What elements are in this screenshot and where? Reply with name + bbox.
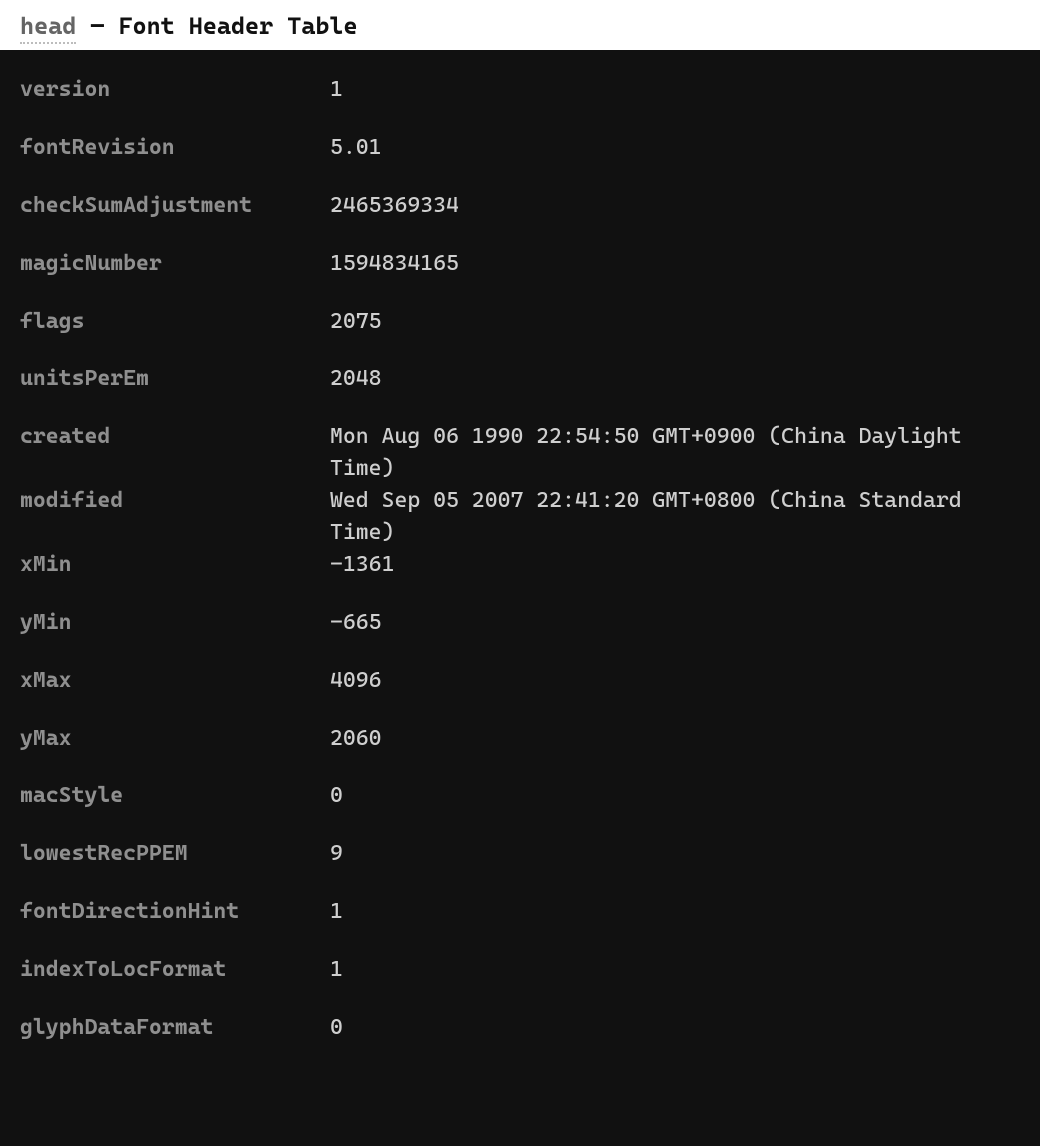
property-value: 0 xyxy=(330,780,1010,812)
property-key: checkSumAdjustment xyxy=(20,190,330,222)
property-key: flags xyxy=(20,306,330,338)
property-key: glyphDataFormat xyxy=(20,1012,330,1044)
property-value: 4096 xyxy=(330,665,1010,697)
property-value: 5.01 xyxy=(330,132,1010,164)
property-key: xMin xyxy=(20,549,330,581)
property-key: indexToLocFormat xyxy=(20,954,330,986)
property-value: 2060 xyxy=(330,723,1010,755)
property-value: 1 xyxy=(330,74,1010,106)
property-row: indexToLocFormat1 xyxy=(20,954,1020,986)
property-key: fontDirectionHint xyxy=(20,896,330,928)
property-row: yMax2060 xyxy=(20,723,1020,755)
property-value: Wed Sep 05 2007 22:41:20 GMT+0800 (China… xyxy=(330,485,1010,549)
property-row: xMin-1361 xyxy=(20,549,1020,581)
property-row: xMax4096 xyxy=(20,665,1020,697)
property-row: magicNumber1594834165 xyxy=(20,248,1020,280)
section-header: head — Font Header Table xyxy=(0,0,1040,50)
property-row: yMin-665 xyxy=(20,607,1020,639)
property-key: xMax xyxy=(20,665,330,697)
property-row: createdMon Aug 06 1990 22:54:50 GMT+0900… xyxy=(20,421,1020,485)
property-row: flags2075 xyxy=(20,306,1020,338)
property-value: 1594834165 xyxy=(330,248,1010,280)
property-list: version1fontRevision5.01checkSumAdjustme… xyxy=(0,50,1040,1146)
property-row: modifiedWed Sep 05 2007 22:41:20 GMT+080… xyxy=(20,485,1020,549)
property-key: yMin xyxy=(20,607,330,639)
property-row: checkSumAdjustment2465369334 xyxy=(20,190,1020,222)
property-row: version1 xyxy=(20,74,1020,106)
table-title: Font Header Table xyxy=(118,12,357,40)
property-key: version xyxy=(20,74,330,106)
header-separator: — xyxy=(90,12,104,40)
property-key: magicNumber xyxy=(20,248,330,280)
property-row: fontRevision5.01 xyxy=(20,132,1020,164)
property-key: macStyle xyxy=(20,780,330,812)
property-value: Mon Aug 06 1990 22:54:50 GMT+0900 (China… xyxy=(330,421,1010,485)
property-value: 1 xyxy=(330,954,1010,986)
property-row: lowestRecPPEM9 xyxy=(20,838,1020,870)
property-row: macStyle0 xyxy=(20,780,1020,812)
property-key: fontRevision xyxy=(20,132,330,164)
property-row: fontDirectionHint1 xyxy=(20,896,1020,928)
property-value: -1361 xyxy=(330,549,1010,581)
property-row: unitsPerEm2048 xyxy=(20,363,1020,395)
property-value: -665 xyxy=(330,607,1010,639)
property-row: glyphDataFormat0 xyxy=(20,1012,1020,1044)
font-header-panel: head — Font Header Table version1fontRev… xyxy=(0,0,1040,1146)
property-value: 9 xyxy=(330,838,1010,870)
property-value: 2075 xyxy=(330,306,1010,338)
table-tag: head xyxy=(20,12,76,44)
property-value: 0 xyxy=(330,1012,1010,1044)
property-key: lowestRecPPEM xyxy=(20,838,330,870)
property-key: created xyxy=(20,421,330,453)
property-key: unitsPerEm xyxy=(20,363,330,395)
property-value: 2048 xyxy=(330,363,1010,395)
property-key: modified xyxy=(20,485,330,517)
property-key: yMax xyxy=(20,723,330,755)
property-value: 1 xyxy=(330,896,1010,928)
property-value: 2465369334 xyxy=(330,190,1010,222)
